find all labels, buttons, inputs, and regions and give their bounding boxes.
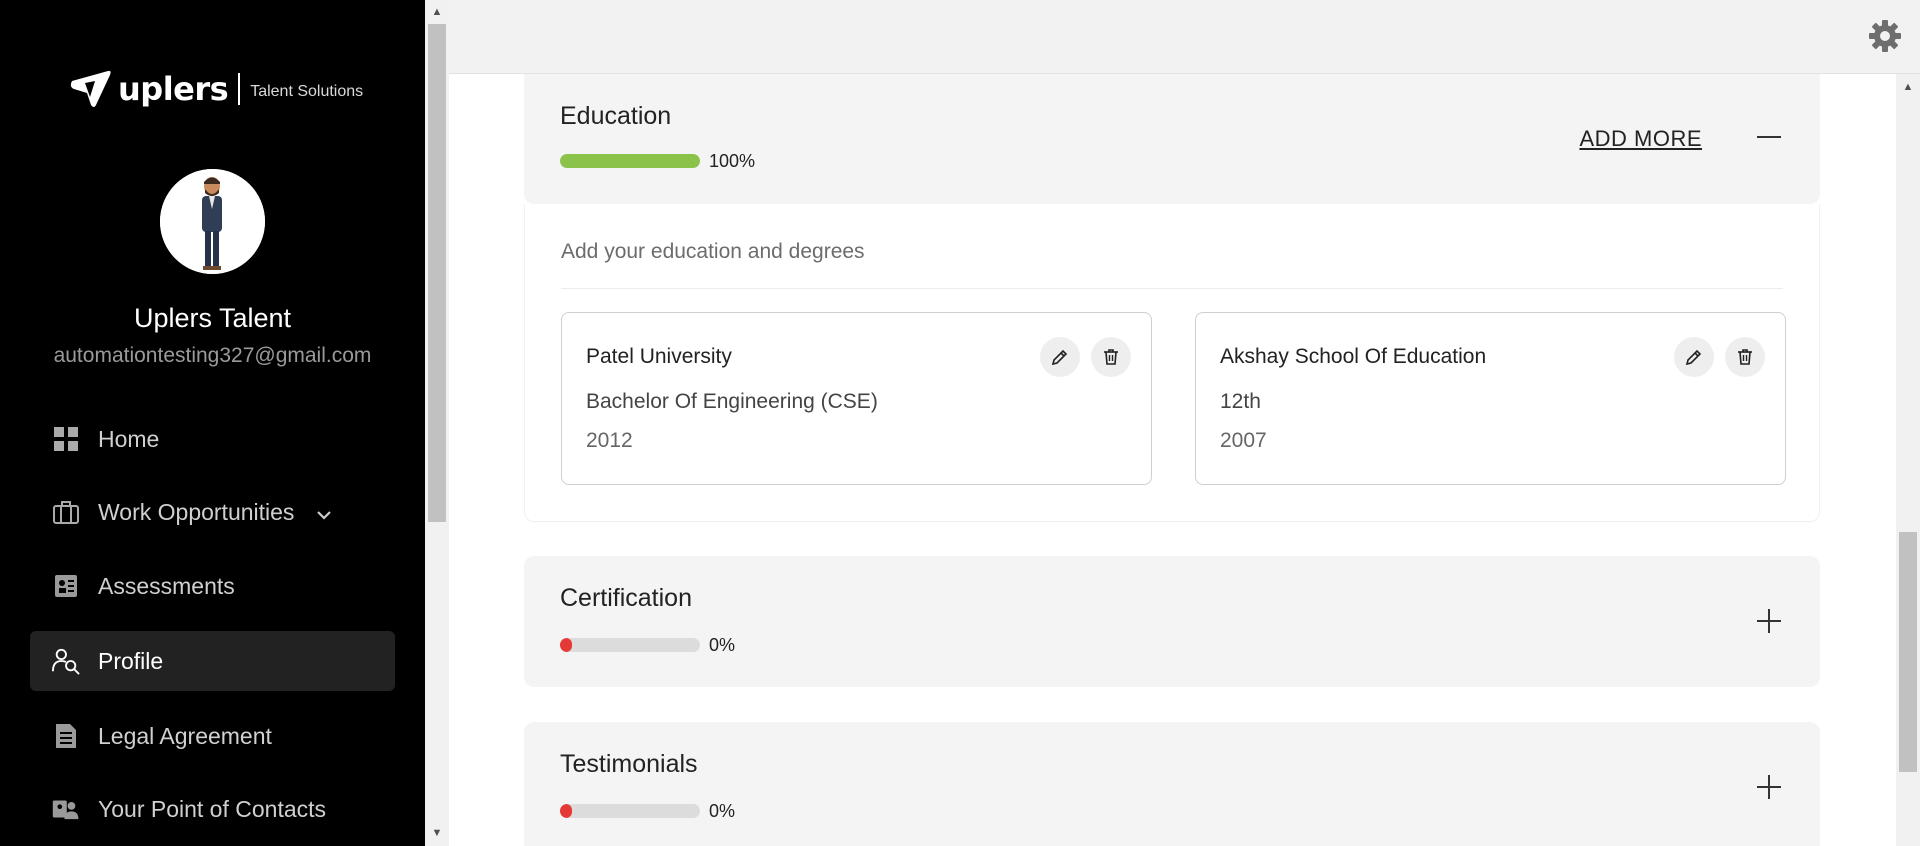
trash-icon <box>1104 349 1118 365</box>
institution-name: Patel University <box>586 345 732 368</box>
trash-icon <box>1738 349 1752 365</box>
institution-name: Akshay School Of Education <box>1220 345 1487 368</box>
year: 2007 <box>1220 429 1267 452</box>
grid-icon <box>52 425 80 453</box>
logo-divider <box>238 73 241 105</box>
uplers-logo[interactable]: uplers Talent Solutions <box>68 66 363 112</box>
education-section-body: Add your education and degrees Patel Uni… <box>524 204 1820 522</box>
brand-name: uplers <box>118 70 229 108</box>
uplers-logo-icon <box>70 70 111 107</box>
expand-plus-icon[interactable] <box>1754 772 1784 802</box>
user-email: automationtesting327@gmail.com <box>53 344 372 367</box>
education-progress-bar <box>560 154 700 168</box>
delete-button[interactable] <box>1091 337 1131 377</box>
divider <box>561 288 1783 289</box>
nav-item-profile[interactable]: Profile <box>30 631 395 691</box>
section-description: Add your education and degrees <box>561 240 865 263</box>
education-section-header: Education 100% ADD MORE <box>524 74 1820 204</box>
progress-percent: 0% <box>709 801 736 821</box>
nav-label: Legal Agreement <box>98 722 272 749</box>
degree: 12th <box>1220 390 1261 413</box>
brand-tagline: Talent Solutions <box>250 83 364 100</box>
nav-item-legal-agreement[interactable]: Legal Agreement <box>30 706 395 766</box>
progress-fill <box>560 638 572 652</box>
edit-button[interactable] <box>1674 337 1714 377</box>
nav-item-assessments[interactable]: Assessments <box>30 556 395 616</box>
nav-label: Profile <box>98 647 164 674</box>
briefcase-icon <box>52 498 80 526</box>
add-more-button[interactable]: ADD MORE <box>1579 126 1702 152</box>
assessment-icon <box>52 572 80 600</box>
testimonials-progress-bar <box>560 804 700 818</box>
nav-label: Work Opportunities <box>98 498 295 525</box>
education-card: Patel University Bachelor Of Engineering… <box>561 312 1152 485</box>
nav-label: Assessments <box>98 572 235 599</box>
nav-item-home[interactable]: Home <box>30 409 395 469</box>
collapse-minus-icon[interactable] <box>1754 122 1784 152</box>
pencil-icon <box>1685 349 1702 366</box>
scrollbar-thumb[interactable] <box>1899 532 1917 772</box>
scroll-up-arrow-icon[interactable]: ▲ <box>1896 78 1920 96</box>
education-card: Akshay School Of Education 12th 2007 <box>1195 312 1786 485</box>
avatar[interactable] <box>160 169 265 274</box>
scroll-up-arrow-icon[interactable]: ▲ <box>425 3 449 21</box>
certification-progress-bar <box>560 638 700 652</box>
certification-section[interactable]: Certification 0% <box>524 556 1820 687</box>
main-scrollbar[interactable]: ▲ <box>1896 74 1920 846</box>
section-title: Testimonials <box>560 750 698 778</box>
nav-label: Your Point of Contacts <box>98 795 327 822</box>
top-bar <box>449 0 1920 74</box>
scrollbar-thumb[interactable] <box>428 24 446 522</box>
sidebar-scrollbar[interactable]: ▲ ▼ <box>425 0 449 846</box>
pencil-icon <box>1051 349 1068 366</box>
delete-button[interactable] <box>1725 337 1765 377</box>
nav-label: Home <box>98 425 160 452</box>
degree: Bachelor Of Engineering (CSE) <box>586 390 878 413</box>
section-title: Certification <box>560 584 692 612</box>
progress-fill <box>560 154 700 168</box>
profile-search-icon <box>52 647 80 675</box>
testimonials-section[interactable]: Testimonials 0% <box>524 722 1820 846</box>
document-icon <box>52 722 80 750</box>
gear-icon[interactable] <box>1868 19 1902 53</box>
nav-item-work-opportunities[interactable]: Work Opportunities <box>30 482 395 542</box>
section-title: Education <box>560 102 672 130</box>
expand-plus-icon[interactable] <box>1754 606 1784 636</box>
scroll-down-arrow-icon[interactable]: ▼ <box>425 824 449 842</box>
progress-percent: 0% <box>709 635 736 655</box>
user-name: Uplers Talent <box>133 303 292 333</box>
year: 2012 <box>586 429 633 452</box>
contacts-icon <box>52 795 80 823</box>
nav-item-point-of-contacts[interactable]: Your Point of Contacts <box>30 779 395 839</box>
avatar-illustration <box>160 169 265 274</box>
sidebar: uplers Talent Solutions Uplers Talent au… <box>0 0 425 846</box>
progress-percent: 100% <box>709 151 756 171</box>
edit-button[interactable] <box>1040 337 1080 377</box>
progress-fill <box>560 804 572 818</box>
chevron-down-icon[interactable] <box>316 499 332 526</box>
